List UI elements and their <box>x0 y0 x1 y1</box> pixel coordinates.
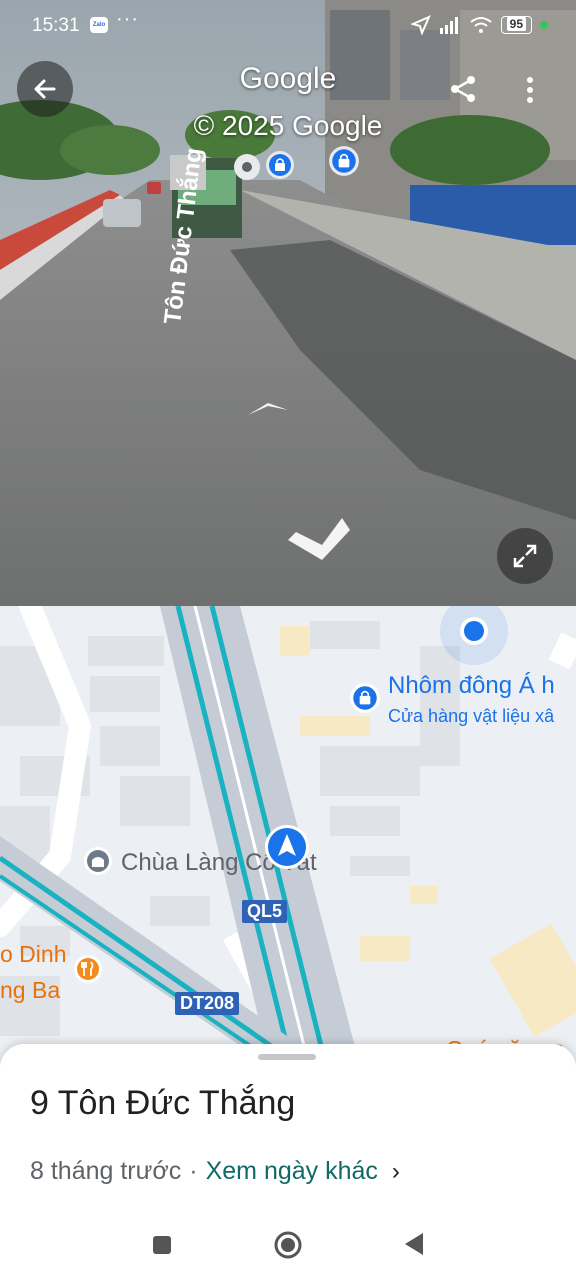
recents-square-icon <box>153 1236 171 1254</box>
status-bar: 15:31 Zalo ··· 95 <box>0 0 576 54</box>
address-title: 9 Tôn Đức Thắng <box>30 1084 296 1122</box>
street-view-copyright: © 2025 Google <box>193 110 383 141</box>
zalo-notification-icon: Zalo <box>90 17 108 33</box>
shopping-bag-icon[interactable] <box>349 682 381 714</box>
system-navigation-bar <box>0 1218 576 1280</box>
home-circle-icon <box>274 1231 302 1259</box>
sheet-drag-handle[interactable] <box>258 1054 316 1060</box>
shopping-bag-icon <box>266 151 294 179</box>
signal-icon <box>439 17 458 34</box>
more-vert-icon <box>527 77 533 103</box>
temple-icon[interactable] <box>83 846 113 876</box>
system-icons: 95 <box>410 15 548 35</box>
recents-button[interactable] <box>152 1235 172 1260</box>
shopping-bag-icon <box>329 146 359 176</box>
battery-indicator: 95 <box>500 16 532 34</box>
expand-button[interactable] <box>497 528 553 584</box>
road-shield-ql5: QL5 <box>242 900 288 923</box>
restaurant-icon[interactable] <box>73 954 103 984</box>
imagery-date-row: 8 tháng trước · Xem ngày khác › <box>30 1157 400 1186</box>
location-marker-icon <box>234 154 260 180</box>
more-options-button[interactable] <box>520 76 540 109</box>
back-triangle-icon <box>405 1233 423 1255</box>
poi-store-name[interactable]: Nhôm đông Á h <box>388 672 555 700</box>
back-nav-button[interactable] <box>403 1232 425 1261</box>
see-other-dates-link[interactable]: Xem ngày khác <box>206 1157 378 1186</box>
status-time: 15:31 <box>32 15 80 36</box>
restaurant-label-line2[interactable]: ng Ba <box>0 977 60 1004</box>
place-bottom-sheet[interactable]: 9 Tôn Đức Thắng 8 tháng trước · Xem ngày… <box>0 1044 576 1218</box>
street-view-title: Google <box>239 62 337 95</box>
share-button[interactable] <box>448 74 478 109</box>
poi-store-category: Cửa hàng vật liệu xâ <box>388 706 555 726</box>
privacy-dot <box>540 21 548 29</box>
my-location-dot-icon[interactable] <box>458 615 490 647</box>
expand-icon <box>513 544 537 568</box>
separator-dot: · <box>189 1157 198 1185</box>
street-marker-shop-1[interactable] <box>265 150 295 185</box>
share-icon <box>451 76 475 102</box>
street-marker-shop-2[interactable] <box>328 145 360 182</box>
chevron-right-icon[interactable]: › <box>392 1158 400 1186</box>
street-view-panel[interactable]: Tôn Đức Thắng 15:31 Zalo ··· 95 Google ©… <box>0 0 576 606</box>
street-marker-dot[interactable] <box>233 153 261 186</box>
imagery-age: 8 tháng trước <box>30 1157 182 1185</box>
home-button[interactable] <box>273 1230 303 1265</box>
map-view[interactable]: Nhôm đông Á h Cửa hàng vật liệu xâ Chùa … <box>0 606 576 1066</box>
restaurant-label-line1[interactable]: o Dinh <box>0 941 66 968</box>
navigation-arrow-icon <box>265 825 309 869</box>
location-status-icon <box>410 15 431 35</box>
more-notifications-icon: ··· <box>116 8 139 30</box>
road-shield-dt208: DT208 <box>175 992 240 1015</box>
wifi-icon <box>470 17 492 33</box>
